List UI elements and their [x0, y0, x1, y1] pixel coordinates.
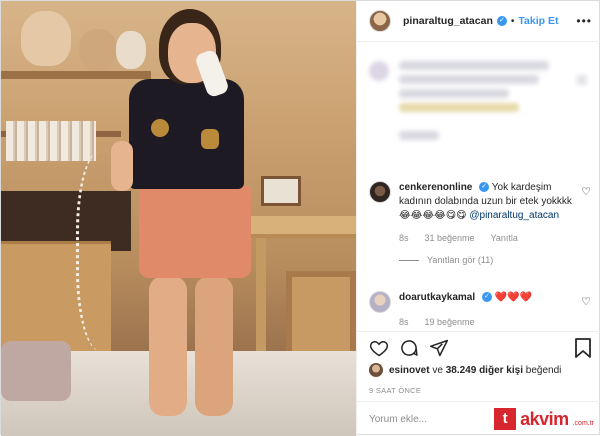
- action-bar: [357, 331, 600, 363]
- comment-age: 8s: [399, 233, 409, 243]
- teddy-bear: [21, 11, 71, 66]
- blur-line: [399, 75, 539, 84]
- post-header: pinaraltug_atacan ✓ • Takip Et •••: [357, 1, 600, 42]
- caption-avatar: [369, 61, 389, 81]
- blurred-caption: [369, 61, 591, 161]
- avatar[interactable]: [369, 291, 391, 313]
- separator-dot: •: [510, 15, 515, 27]
- view-replies[interactable]: Yanıtları gör (11): [399, 253, 579, 267]
- shirt-patch: [201, 129, 219, 149]
- comment-composer: t akvim .com.tr: [357, 401, 600, 436]
- share-icon[interactable]: [429, 338, 449, 358]
- replies-line: [399, 259, 419, 261]
- watermark-brand: akvim: [520, 408, 569, 429]
- shorts: [139, 186, 251, 278]
- post-timestamp[interactable]: 9 SAAT ÖNCE: [369, 386, 421, 395]
- instagram-post: pinaraltug_atacan ✓ • Takip Et ••• cenke…: [0, 0, 600, 436]
- likes-verb: beğendi: [525, 364, 562, 376]
- comment-heart-icon[interactable]: ♡: [581, 185, 591, 198]
- post-photo[interactable]: [1, 1, 356, 436]
- comment-username[interactable]: doarutkaykamal: [399, 292, 475, 303]
- heart-icon[interactable]: [369, 338, 389, 358]
- verified-icon: ✓: [496, 16, 507, 26]
- teddy-bear: [79, 29, 117, 71]
- comment-username[interactable]: cenkerenonline: [399, 182, 472, 193]
- post-username[interactable]: pinaraltug_atacan: [403, 15, 493, 27]
- pillow: [1, 341, 71, 401]
- shirt-patch: [151, 119, 169, 137]
- watermark-tld: .com.tr: [572, 420, 594, 427]
- teddy-bear: [116, 31, 146, 69]
- blur-line: [399, 131, 439, 140]
- likes-summary: esinovet ve 38.249 diğer kişi beğendi: [369, 363, 561, 377]
- more-options-icon[interactable]: •••: [576, 14, 592, 28]
- comment-likes[interactable]: 19 beğenme: [425, 315, 475, 329]
- avatar[interactable]: [369, 181, 391, 203]
- watermark-logo: t: [494, 408, 517, 430]
- comment-body: doarutkaykamal ✓ ❤️❤️❤️ 8s 19 beğenme: [399, 291, 579, 329]
- view-replies-label[interactable]: Yanıtları gör (11): [427, 253, 493, 267]
- blur-line: [399, 103, 519, 112]
- picture-frame: [261, 176, 301, 206]
- comment-body: cenkerenonline ✓ Yok kardeşim kadının do…: [399, 181, 579, 267]
- books: [6, 121, 96, 161]
- blur-heart: [577, 75, 587, 85]
- likes-and: ve: [432, 364, 443, 376]
- post-sidebar: pinaraltug_atacan ✓ • Takip Et ••• cenke…: [356, 1, 600, 436]
- comment-meta: 8s 31 beğenme Yanıtla: [399, 231, 579, 245]
- comment-heart-icon[interactable]: ♡: [581, 295, 591, 308]
- comment-meta: 8s 19 beğenme: [399, 315, 579, 329]
- blur-line: [399, 89, 509, 98]
- comment-mention[interactable]: @pinaraltug_atacan: [469, 210, 559, 221]
- comment-likes[interactable]: 31 beğenme: [425, 231, 475, 245]
- comment-text: ❤️❤️❤️: [494, 292, 533, 303]
- likes-first-user[interactable]: esinovet: [389, 365, 430, 376]
- reply-button[interactable]: Yanıtla: [491, 231, 518, 245]
- avatar[interactable]: [369, 363, 383, 377]
- follow-button[interactable]: Takip Et: [518, 15, 558, 27]
- table-leg: [256, 238, 266, 368]
- takvim-watermark: t akvim .com.tr: [494, 408, 594, 430]
- arm: [111, 141, 133, 191]
- leg: [149, 276, 187, 416]
- comment-age: 8s: [399, 317, 409, 327]
- comment-icon[interactable]: [399, 338, 419, 358]
- shelf: [1, 71, 151, 79]
- verified-icon: ✓: [479, 182, 490, 193]
- comment-input[interactable]: [369, 413, 479, 425]
- bookmark-icon[interactable]: [574, 338, 592, 358]
- shirt: [129, 79, 244, 189]
- verified-icon: ✓: [481, 292, 492, 303]
- avatar[interactable]: [369, 10, 391, 32]
- likes-count[interactable]: 38.249 diğer kişi: [446, 365, 523, 376]
- blur-line: [399, 61, 549, 70]
- leg: [195, 276, 233, 416]
- table: [241, 216, 356, 238]
